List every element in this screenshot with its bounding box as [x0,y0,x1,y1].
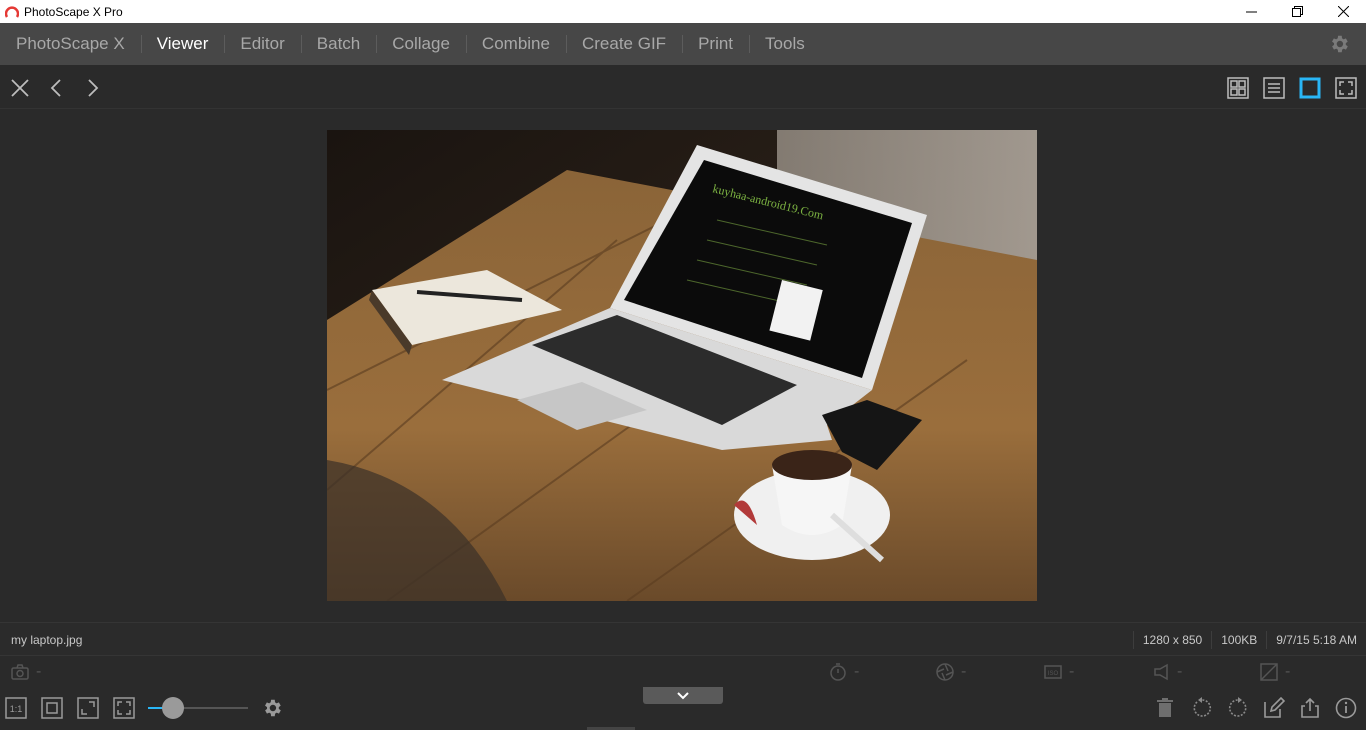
grid-view-icon [1227,77,1249,99]
menu-create-gif[interactable]: Create GIF [565,23,682,65]
menu-editor[interactable]: Editor [224,23,300,65]
exif-exposure: - [1259,662,1290,682]
exif-iso-value: - [1069,663,1075,680]
zoom-slider-handle[interactable] [162,697,184,719]
restore-button[interactable] [1274,0,1320,23]
grid-view-button[interactable] [1227,77,1249,99]
share-icon [1301,697,1319,718]
delete-button[interactable] [1154,697,1176,719]
exif-aperture: - [935,662,966,682]
close-viewer-button[interactable] [10,78,30,98]
image-dimensions: 1280 x 850 [1132,631,1211,649]
info-icon [1335,697,1357,719]
rotate-right-button[interactable] [1227,697,1249,719]
viewer-toolbar [0,65,1366,109]
camera-icon [11,664,29,680]
close-icon [1337,6,1349,17]
edit-button[interactable] [1263,696,1286,719]
photo-laptop-on-table: kuyhaa-android19.Com [327,130,1037,601]
fullscreen-icon [1335,77,1357,99]
app-logo-icon [5,6,19,18]
single-view-button[interactable] [1299,77,1321,99]
fit-width-button[interactable] [77,697,99,719]
menu-collage[interactable]: Collage [376,23,466,65]
exif-camera-value: - [36,663,42,680]
viewer-settings-button[interactable] [261,697,283,719]
gear-icon [265,699,281,717]
exposure-icon [1260,663,1278,681]
window-title: PhotoScape X Pro [24,4,123,19]
file-size: 100KB [1211,631,1266,649]
iso-icon: ISO [1044,665,1062,679]
file-name: my laptop.jpg [11,633,83,647]
exif-aperture-value: - [961,663,967,680]
fullscreen-button[interactable] [1335,77,1357,99]
file-datetime: 9/7/15 5:18 AM [1266,631,1366,649]
minimize-button[interactable] [1228,0,1274,23]
actual-size-icon: 1:1 [5,697,27,719]
exif-iso: ISO - [1043,662,1074,682]
single-view-icon [1299,77,1321,99]
exif-shutter-value: - [854,663,860,680]
gear-icon[interactable] [1328,33,1350,55]
aperture-icon [936,663,954,681]
info-button[interactable] [1335,697,1357,719]
rotate-left-icon [1193,697,1212,717]
list-view-button[interactable] [1263,77,1285,99]
flash-icon [1154,663,1168,681]
close-icon [11,79,29,97]
exif-shutter: - [828,662,859,682]
fit-button[interactable] [41,697,63,719]
restore-icon [1291,6,1303,17]
actual-size-button[interactable]: 1:1 [5,697,27,719]
menu-viewer[interactable]: Viewer [140,23,225,65]
rotate-right-icon [1228,697,1247,717]
exif-exposure-value: - [1285,663,1291,680]
chevron-left-icon [50,79,61,97]
share-button[interactable] [1299,697,1321,719]
menu-combine[interactable]: Combine [465,23,566,65]
title-bar: PhotoScape X Pro [0,0,1366,23]
chevron-right-icon [88,79,99,97]
fullscreen-fit-icon [113,697,135,719]
stopwatch-icon [830,663,846,681]
next-image-button[interactable] [82,78,102,98]
close-window-button[interactable] [1320,0,1366,23]
chevron-down-icon [677,691,689,699]
main-menu: PhotoScape X Viewer Editor Batch Collage… [0,23,1366,65]
rotate-left-button[interactable] [1191,697,1213,719]
svg-text:1:1: 1:1 [10,704,23,714]
exif-flash: - [1151,662,1182,682]
edit-icon [1264,696,1286,718]
toggle-filmstrip-button[interactable] [643,687,723,704]
fit-icon [41,697,63,719]
menu-photoscape-x[interactable]: PhotoScape X [0,23,141,65]
trash-icon [1157,698,1173,717]
svg-text:ISO: ISO [1048,671,1059,677]
status-bar: my laptop.jpg 1280 x 850 100KB 9/7/15 5:… [0,622,1366,656]
fit-width-icon [77,697,99,719]
exif-camera: - [10,662,41,682]
menu-tools[interactable]: Tools [749,23,821,65]
fullscreen-fit-button[interactable] [113,697,135,719]
menu-print[interactable]: Print [682,23,749,65]
minimize-icon [1245,11,1257,13]
photo-image: kuyhaa-android19.Com [327,130,1037,601]
exif-flash-value: - [1177,663,1183,680]
previous-image-button[interactable] [47,78,67,98]
menu-batch[interactable]: Batch [300,23,376,65]
list-view-icon [1263,77,1285,99]
